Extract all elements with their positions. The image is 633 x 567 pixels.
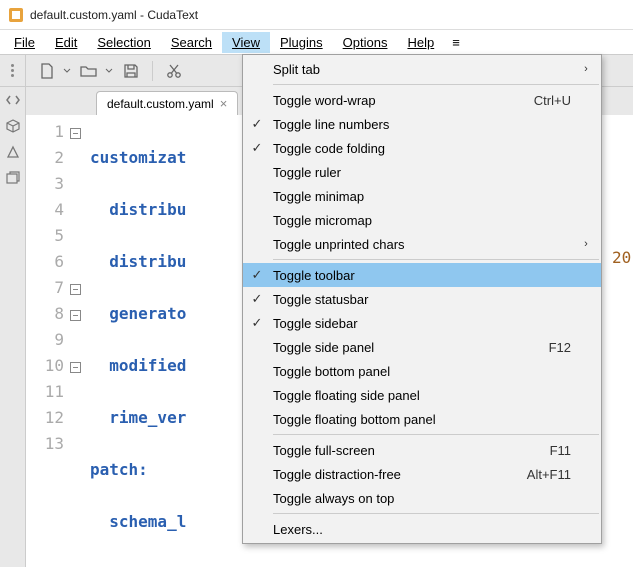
new-file-dropdown[interactable] (62, 67, 72, 75)
line-number: 1 (26, 119, 64, 145)
shortcut-label: Ctrl+U (534, 93, 579, 108)
sidebar (0, 87, 26, 567)
menu-options[interactable]: Options (333, 32, 398, 53)
menu-plugins[interactable]: Plugins (270, 32, 333, 53)
edge-text: 20 (612, 248, 631, 267)
menu-toggle-line-numbers[interactable]: ✓Toggle line numbers (243, 112, 601, 136)
tab-file[interactable]: default.custom.yaml × (96, 91, 238, 115)
line-number: 7 (26, 275, 64, 301)
menu-help[interactable]: Help (397, 32, 444, 53)
tabs-icon[interactable] (4, 169, 22, 187)
fold-toggle[interactable] (70, 362, 81, 373)
code-icon[interactable] (4, 91, 22, 109)
view-menu-dropdown: Split tab› Toggle word-wrapCtrl+U ✓Toggl… (242, 54, 602, 544)
toolbar-separator (152, 61, 153, 81)
menu-toggle-word-wrap[interactable]: Toggle word-wrapCtrl+U (243, 88, 601, 112)
menu-separator (273, 84, 599, 85)
check-icon: ✓ (243, 315, 271, 331)
line-number: 11 (26, 379, 64, 405)
menu-toggle-floating-bottom-panel[interactable]: Toggle floating bottom panel (243, 407, 601, 431)
menu-lexers[interactable]: Lexers... (243, 517, 601, 541)
save-button[interactable] (116, 58, 146, 84)
menu-toggle-sidebar[interactable]: ✓Toggle sidebar (243, 311, 601, 335)
line-number: 4 (26, 197, 64, 223)
menubar: File Edit Selection Search View Plugins … (0, 30, 633, 54)
shortcut-label: F12 (549, 340, 579, 355)
line-number: 10 (26, 353, 64, 379)
fold-toggle[interactable] (70, 284, 81, 295)
menu-toggle-unprinted[interactable]: Toggle unprinted chars› (243, 232, 601, 256)
menu-file[interactable]: File (4, 32, 45, 53)
menu-toggle-micromap[interactable]: Toggle micromap (243, 208, 601, 232)
titlebar: default.custom.yaml - CudaText (0, 0, 633, 30)
submenu-arrow-icon: › (579, 63, 593, 75)
line-number: 2 (26, 145, 64, 171)
fold-toggle[interactable] (70, 128, 81, 139)
menu-toggle-toolbar[interactable]: ✓Toggle toolbar (243, 263, 601, 287)
menu-edit[interactable]: Edit (45, 32, 87, 53)
menu-view[interactable]: View (222, 32, 270, 53)
open-file-dropdown[interactable] (104, 67, 114, 75)
menu-toggle-bottom-panel[interactable]: Toggle bottom panel (243, 359, 601, 383)
fold-toggle[interactable] (70, 310, 81, 321)
line-number: 13 (26, 431, 64, 457)
menu-toggle-code-folding[interactable]: ✓Toggle code folding (243, 136, 601, 160)
open-file-button[interactable] (74, 58, 104, 84)
line-number: 12 (26, 405, 64, 431)
sidebar-dots-icon[interactable] (0, 55, 26, 86)
submenu-arrow-icon: › (579, 238, 593, 250)
line-number: 5 (26, 223, 64, 249)
menu-toggle-always-on-top[interactable]: Toggle always on top (243, 486, 601, 510)
cut-button[interactable] (159, 58, 189, 84)
menu-search[interactable]: Search (161, 32, 222, 53)
shortcut-label: F11 (550, 443, 579, 458)
line-number: 9 (26, 327, 64, 353)
fold-column (70, 115, 86, 567)
shortcut-label: Alt+F11 (527, 467, 579, 482)
menu-separator (273, 259, 599, 260)
delta-icon[interactable] (4, 143, 22, 161)
project-icon[interactable] (4, 117, 22, 135)
tab-close-icon[interactable]: × (220, 96, 228, 111)
line-number: 8 (26, 301, 64, 327)
check-icon: ✓ (243, 291, 271, 307)
app-icon (8, 7, 24, 23)
menu-toggle-distraction-free[interactable]: Toggle distraction-freeAlt+F11 (243, 462, 601, 486)
check-icon: ✓ (243, 267, 271, 283)
menu-toggle-full-screen[interactable]: Toggle full-screenF11 (243, 438, 601, 462)
menu-separator (273, 434, 599, 435)
menu-toggle-minimap[interactable]: Toggle minimap (243, 184, 601, 208)
check-icon: ✓ (243, 140, 271, 156)
window-title: default.custom.yaml - CudaText (30, 8, 198, 22)
menu-separator (273, 513, 599, 514)
tab-label: default.custom.yaml (107, 97, 214, 111)
menu-toggle-statusbar[interactable]: ✓Toggle statusbar (243, 287, 601, 311)
check-icon: ✓ (243, 116, 271, 132)
line-number: 3 (26, 171, 64, 197)
menu-selection[interactable]: Selection (87, 32, 160, 53)
menu-hamburger[interactable]: ≡ (444, 32, 468, 53)
menu-split-tab[interactable]: Split tab› (243, 57, 601, 81)
gutter: 1 2 3 4 5 6 7 8 9 10 11 12 13 (26, 115, 70, 567)
menu-toggle-floating-side-panel[interactable]: Toggle floating side panel (243, 383, 601, 407)
new-file-button[interactable] (32, 58, 62, 84)
menu-toggle-side-panel[interactable]: Toggle side panelF12 (243, 335, 601, 359)
menu-toggle-ruler[interactable]: Toggle ruler (243, 160, 601, 184)
line-number: 6 (26, 249, 64, 275)
